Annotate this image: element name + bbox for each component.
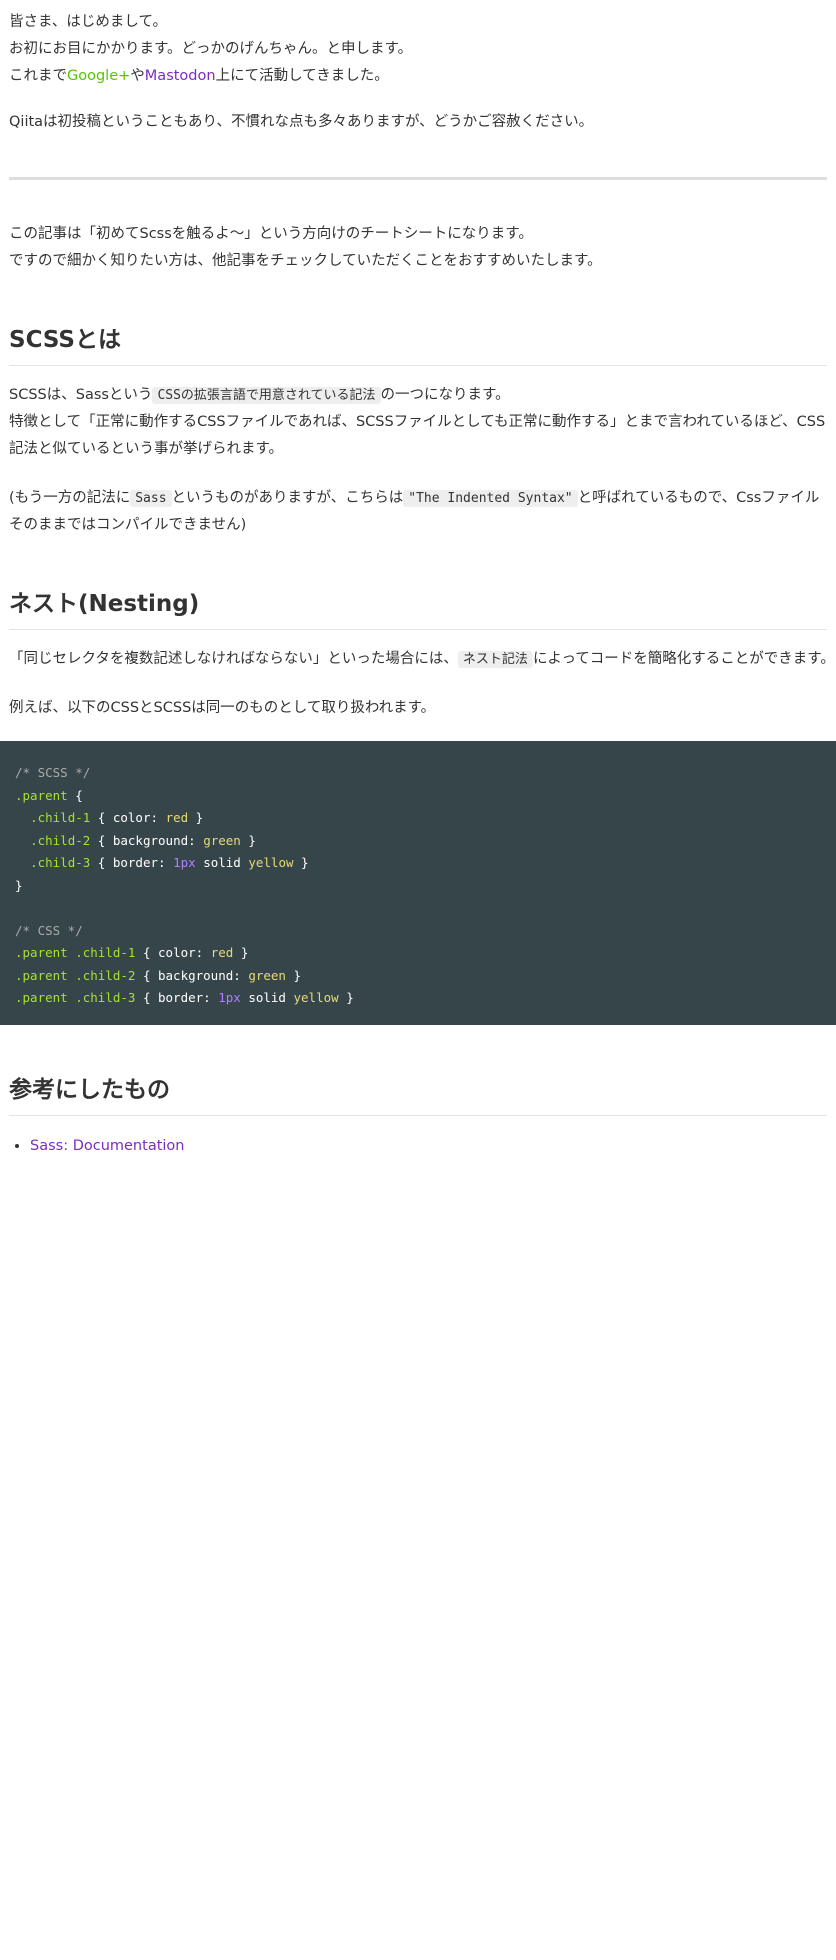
intro-paragraph: 皆さま、はじめまして。 お初にお目にかかります。どっかのげんちゃん。と申します。… — [9, 9, 827, 90]
mastodon-link[interactable]: Mastodon — [145, 68, 216, 84]
intro-line-3-mid: や — [130, 68, 145, 84]
scss-p1-line-2: 特徴として「正常に動作するCSSファイルであれば、SCSSファイルとしても正常に… — [9, 414, 826, 457]
intro-line-3-suffix: 上にて活動してきました。 — [215, 68, 389, 84]
heading-references: 参考にしたもの — [9, 1074, 827, 1116]
code-line: .child-3 { border: 1px solid yellow } — [30, 855, 309, 870]
inline-code-scss-notation: CSSの拡張言語で用意されている記法 — [152, 387, 381, 404]
scss-p2-mid: というものがありますが、こちらは — [171, 490, 404, 506]
intro-line-3-prefix: これまで — [9, 68, 67, 84]
google-plus-link[interactable]: Google+ — [67, 68, 130, 84]
code-line: .parent .child-1 { color: red } — [15, 945, 249, 960]
overview-paragraph: この記事は「初めてScssを触るよ～」という方向けのチートシートになります。 で… — [9, 221, 827, 275]
list-item: Sass: Documentation — [30, 1133, 184, 1160]
scss-paragraph-2: (もう一方の記法に Sass というものがありますが、こちらは "The Indent… — [9, 485, 827, 539]
scss-paragraph-1: SCSSは、Sassという CSSの拡張言語で用意されている記法 の一つになります。… — [9, 382, 827, 463]
nesting-p1-suffix: によってコードを簡略化することができます。 — [532, 651, 835, 667]
scss-p2-prefix: (もう一方の記法に — [9, 490, 131, 506]
code-block: /* SCSS */ .parent { .child-1 { color: r… — [0, 741, 836, 1025]
scss-p1-suffix: の一つになります。 — [380, 387, 510, 403]
inline-code-indented-syntax: "The Indented Syntax" — [403, 490, 578, 507]
code-line: .child-1 { color: red } — [30, 810, 204, 825]
sass-documentation-link[interactable]: Sass: Documentation — [30, 1138, 184, 1154]
inline-code-nesting: ネスト記法 — [457, 651, 533, 668]
heading-nesting: ネスト(Nesting) — [9, 588, 827, 630]
code-line: .parent .child-2 { background: green } — [15, 967, 302, 983]
nesting-paragraph-2: 例えば、以下のCSSとSCSSは同一のものとして取り扱われます。 — [9, 700, 436, 716]
code-line: /* SCSS */ — [15, 765, 91, 780]
overview-line-1: この記事は「初めてScssを触るよ～」という方向けのチートシートになります。 — [9, 226, 533, 242]
inline-code-sass: Sass — [130, 490, 172, 507]
intro-line-1: 皆さま、はじめまして。 — [9, 14, 168, 30]
divider — [9, 177, 827, 180]
code-line: .child-2 { background: green } — [30, 832, 256, 848]
nesting-paragraph-1: 「同じセレクタを複数記述しなければならない」といった場合には、 ネスト記法 によって… — [9, 646, 835, 673]
nesting-p1-prefix: 「同じセレクタを複数記述しなければならない」といった場合には、 — [9, 651, 458, 667]
scss-p1-prefix: SCSSは、Sassという — [9, 387, 153, 403]
code-line: } — [15, 877, 23, 893]
overview-line-2: ですので細かく知りたい方は、他記事をチェックしていただくことをおすすめいたします… — [9, 253, 602, 269]
intro-line-3: これまでGoogle+やMastodon上にて活動してきました。 — [9, 68, 389, 84]
intro-line-2: お初にお目にかかります。どっかのげんちゃん。と申します。 — [9, 41, 413, 57]
intro-apology: Qiitaは初投稿ということもあり、不慣れな点も多々ありますが、どうかご容赦くだ… — [9, 114, 594, 130]
code-line: .parent .child-3 { border: 1px solid yel… — [15, 990, 354, 1005]
code-line: .parent { — [15, 787, 83, 803]
reference-list: Sass: Documentation — [9, 1133, 184, 1160]
heading-scss: SCSSとは — [9, 324, 827, 366]
code-line: /* CSS */ — [15, 922, 83, 938]
